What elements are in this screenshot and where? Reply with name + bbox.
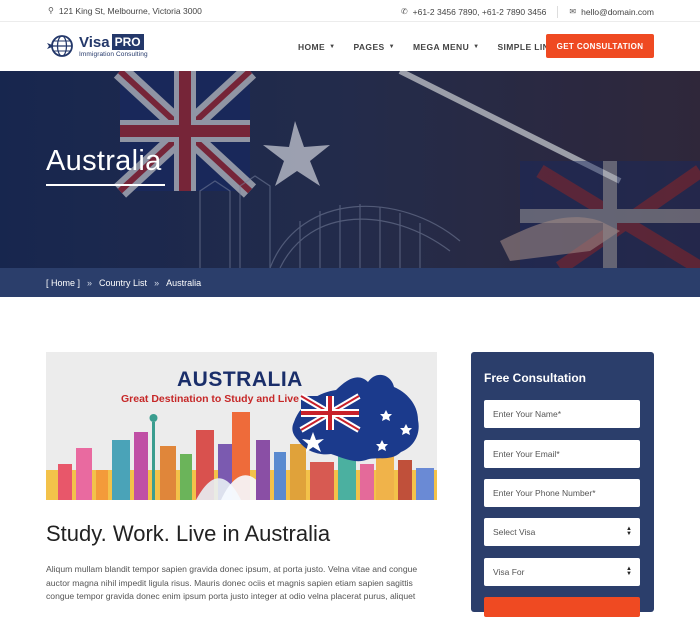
- intro-paragraph: Aliqum mullam blandit tempor sapien grav…: [46, 564, 418, 601]
- breadcrumb: [ Home ] » Country List » Australia: [0, 268, 700, 297]
- nav-label: PAGES: [353, 42, 385, 52]
- main-navbar: Visa PRO Immigration Consulting HOME ▼ PAG…: [0, 22, 700, 71]
- visa-for-select-value: Visa For: [493, 567, 525, 577]
- logo-pro: PRO: [111, 34, 144, 50]
- top-bar: ⚲ 121 King St, Melbourne, Victoria 3000 …: [0, 0, 700, 22]
- breadcrumb-separator: »: [154, 277, 160, 288]
- caret-down-icon: ▼: [388, 44, 395, 50]
- nav-menu: HOME ▼ PAGES ▼ MEGA MENU ▼ SIMPLE LINK: [298, 42, 574, 52]
- address-text: 121 King St, Melbourne, Victoria 3000: [58, 6, 202, 16]
- nav-label: HOME: [298, 42, 326, 52]
- submit-button[interactable]: [484, 597, 640, 617]
- phone-input[interactable]: Enter Your Phone Number*: [484, 479, 640, 507]
- banner-title: AUSTRALIA: [177, 368, 303, 391]
- nav-item-mega-menu[interactable]: MEGA MENU ▼: [413, 42, 480, 52]
- get-consultation-button[interactable]: GET CONSULTATION: [546, 34, 654, 58]
- caret-down-icon: ▼: [329, 44, 336, 50]
- select-arrows-icon: ▲ ▼: [626, 566, 632, 577]
- visa-select-value: Select Visa: [493, 527, 536, 537]
- breadcrumb-country-list[interactable]: Country List: [99, 278, 147, 288]
- hero-banner: Australia: [0, 71, 700, 268]
- name-input[interactable]: Enter Your Name*: [484, 400, 640, 428]
- address: ⚲ 121 King St, Melbourne, Victoria 3000: [48, 6, 202, 16]
- page-title: Australia: [46, 145, 162, 177]
- consultation-form: Free Consultation Enter Your Name* Enter…: [471, 352, 654, 617]
- email-input[interactable]: Enter Your Email*: [484, 440, 640, 468]
- envelope-icon: ✉: [569, 7, 577, 16]
- contact-info: ✆ +61-2 3456 7890, +61-2 7890 3456 ✉ hel…: [401, 6, 654, 18]
- breadcrumb-separator: »: [87, 277, 93, 288]
- divider: [557, 6, 559, 18]
- breadcrumb-current: Australia: [166, 277, 202, 288]
- caret-down-icon: ▼: [473, 44, 480, 50]
- nav-item-pages[interactable]: PAGES ▼: [353, 42, 394, 52]
- breadcrumb-home[interactable]: [ Home ]: [46, 278, 80, 288]
- phone-icon: ✆: [400, 7, 408, 16]
- globe-plane-icon: [47, 35, 73, 58]
- logo-tagline: Immigration Consulting: [79, 51, 148, 58]
- title-underline: [46, 184, 165, 186]
- section-heading: Study. Work. Live in Australia: [46, 521, 331, 546]
- australia-banner-image: AUSTRALIA Great Destination to Study and…: [46, 352, 437, 500]
- select-arrows-icon: ▲ ▼: [626, 526, 632, 537]
- banner-subtitle: Great Destination to Study and Live: [121, 393, 299, 405]
- email-link[interactable]: hello@domain.com: [581, 7, 654, 17]
- form-title: Free Consultation: [484, 371, 587, 385]
- nav-label: MEGA MENU: [412, 42, 470, 52]
- site-logo[interactable]: Visa PRO Immigration Consulting: [46, 34, 148, 59]
- logo-visa: Visa: [79, 34, 110, 51]
- visa-select[interactable]: Select Visa ▲ ▼: [484, 518, 640, 546]
- nav-item-home[interactable]: HOME ▼: [298, 42, 335, 52]
- phone-numbers[interactable]: +61-2 3456 7890, +61-2 7890 3456: [413, 7, 547, 17]
- visa-for-select[interactable]: Visa For ▲ ▼: [484, 558, 640, 586]
- map-pin-icon: ⚲: [48, 6, 54, 15]
